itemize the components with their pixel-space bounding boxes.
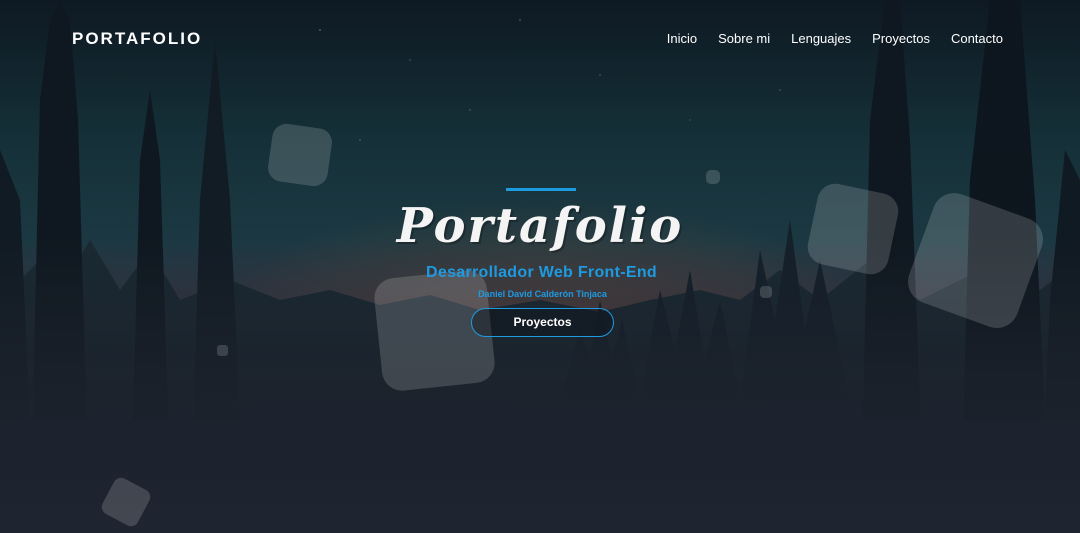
hero-subtitle: Desarrollador Web Front-End xyxy=(426,264,657,281)
author-name: Daniel David Calderón Tinjaca xyxy=(478,289,607,299)
hero-title: Portafolio xyxy=(396,198,684,254)
title-accent-line xyxy=(506,188,576,191)
projects-button[interactable]: Proyectos xyxy=(471,308,614,337)
hero-section: Portafolio Desarrollador Web Front-End D… xyxy=(0,0,1080,533)
